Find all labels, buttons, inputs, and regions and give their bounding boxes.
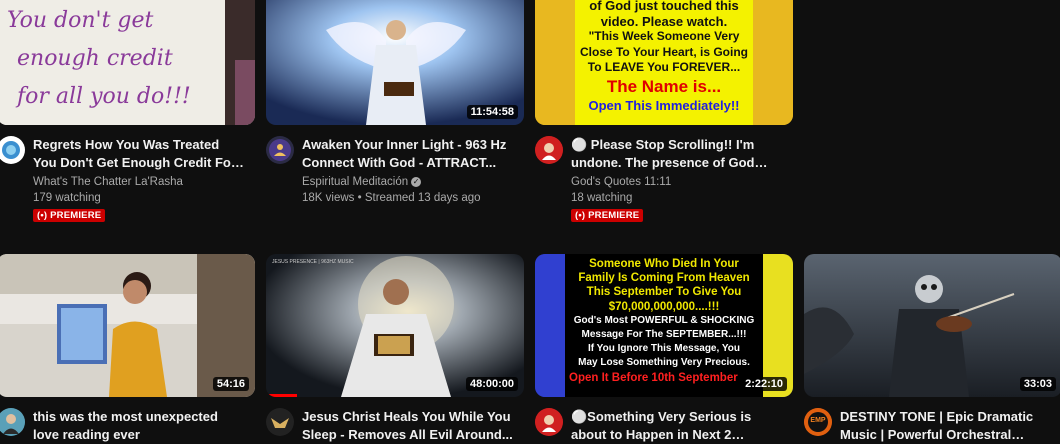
more-options-icon[interactable]: ⋮ xyxy=(1056,408,1060,424)
video-stats: 179 watching xyxy=(33,192,101,204)
video-stats: 18 watching xyxy=(571,192,633,204)
video-duration: 48:00:00 xyxy=(465,377,518,391)
live-icon: (•) xyxy=(575,210,589,221)
jesus-avatar-icon[interactable] xyxy=(535,408,563,436)
channel-name[interactable]: God's Quotes 11:11 xyxy=(571,176,671,188)
emp-logo-icon[interactable]: EMP xyxy=(804,408,832,436)
watch-progress-bar xyxy=(266,394,297,397)
channel-name[interactable]: What's The Chatter La'Rasha xyxy=(33,176,183,188)
thumbnail-text: of God just touched this video. Please w… xyxy=(579,0,749,113)
person-avatar-icon[interactable] xyxy=(0,408,25,436)
video-title[interactable]: this was the most unexpected love readin… xyxy=(33,408,245,444)
thumbnail-image xyxy=(0,254,255,397)
video-stats: 18K views • Streamed 13 days ago xyxy=(302,192,481,204)
channel-name[interactable]: Espiritual Meditación ✓ xyxy=(302,176,422,188)
meditation-icon[interactable] xyxy=(266,136,294,164)
premiere-badge: (•) PREMIERE xyxy=(33,209,106,222)
video-thumbnail[interactable]: of God just touched this video. Please w… xyxy=(535,0,793,125)
cross-avatar-icon[interactable] xyxy=(266,408,294,436)
video-thumbnail[interactable]: 33:03 xyxy=(804,254,1060,397)
video-title[interactable]: ⚪ Please Stop Scrolling!! I'm undone. Th… xyxy=(571,136,783,172)
video-thumbnail[interactable]: You don't get enough credit for all you … xyxy=(0,0,255,125)
thumbnail-text: JESUS PRESENCE | 963HZ MUSIC xyxy=(272,259,354,265)
video-title[interactable]: Awaken Your Inner Light - 963 Hz Connect… xyxy=(302,136,514,172)
video-duration: 33:03 xyxy=(1019,377,1056,391)
globe-icon[interactable] xyxy=(0,136,25,164)
video-title[interactable]: Jesus Christ Heals You While You Sleep -… xyxy=(302,408,514,444)
video-thumbnail[interactable]: 11:54:58 xyxy=(266,0,524,125)
video-title[interactable]: Regrets How You Was Treated You Don't Ge… xyxy=(33,136,245,172)
video-duration: 2:22:10 xyxy=(741,377,787,391)
video-title[interactable]: DESTINY TONE | Epic Dramatic Music | Pow… xyxy=(840,408,1052,444)
thumbnail-handwritten-text: You don't get enough credit for all you … xyxy=(7,8,191,109)
thumbnail-image xyxy=(266,254,524,397)
thumbnail-image xyxy=(804,254,1060,397)
live-icon: (•) xyxy=(37,210,51,221)
premiere-badge: (•) PREMIERE xyxy=(571,209,644,222)
jesus-avatar-icon[interactable] xyxy=(535,136,563,164)
verified-icon: ✓ xyxy=(411,176,422,187)
video-duration: 54:16 xyxy=(212,377,249,391)
thumbnail-text: Someone Who Died In Your Family Is Comin… xyxy=(569,258,755,384)
video-title[interactable]: ⚪Something Very Serious is about to Happ… xyxy=(571,408,783,444)
video-duration: 11:54:58 xyxy=(466,105,518,119)
video-thumbnail[interactable]: 54:16 xyxy=(0,254,255,397)
video-thumbnail[interactable]: JESUS PRESENCE | 963HZ MUSIC 48:00:00 xyxy=(266,254,524,397)
video-thumbnail[interactable]: Someone Who Died In Your Family Is Comin… xyxy=(535,254,793,397)
